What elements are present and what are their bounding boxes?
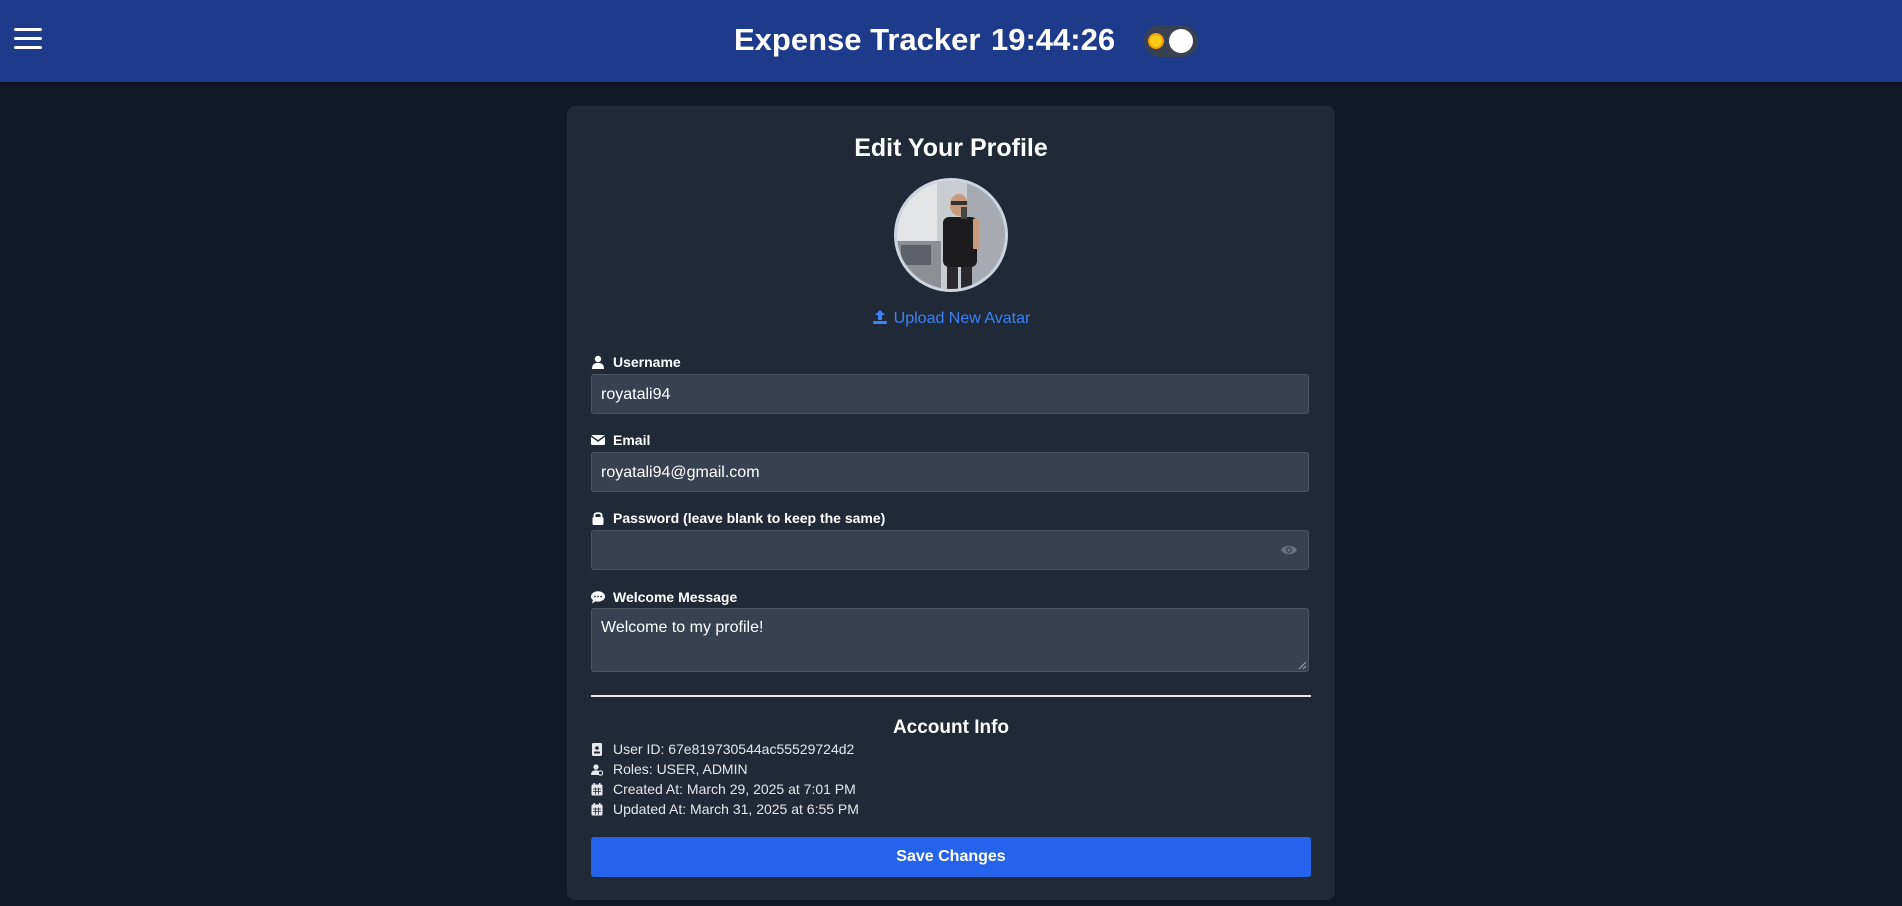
page-title: Edit Your Profile [854, 134, 1048, 162]
roles-row: Roles: USER, ADMIN [591, 761, 748, 777]
avatar [894, 178, 1008, 292]
lock-icon [592, 512, 604, 525]
calendar-icon [591, 782, 603, 795]
upload-icon [872, 310, 887, 324]
hamburger-menu-icon[interactable] [14, 28, 42, 52]
created-at-text: Created At: March 29, 2025 at 7:01 PM [613, 781, 856, 797]
avatar-photo [897, 181, 1005, 289]
comment-icon [591, 591, 605, 604]
created-at-row: Created At: March 29, 2025 at 7:01 PM [591, 781, 856, 797]
username-label-text: Username [613, 354, 681, 370]
theme-toggle[interactable] [1144, 25, 1198, 57]
welcome-message-label: Welcome Message [591, 589, 737, 605]
roles-text: Roles: USER, ADMIN [613, 761, 748, 777]
calendar-icon [591, 802, 603, 815]
email-input[interactable]: royatali94@gmail.com [591, 452, 1309, 492]
email-label: Email [591, 432, 650, 448]
user-icon [592, 355, 604, 369]
user-id-text: User ID: 67e819730544ac55529724d2 [613, 741, 855, 757]
welcome-message-label-text: Welcome Message [613, 589, 738, 605]
sun-icon [1150, 35, 1162, 47]
eye-icon[interactable] [1280, 542, 1298, 558]
password-label: Password (leave blank to keep the same) [591, 510, 885, 526]
app-title: Expense Tracker [734, 22, 981, 57]
user-id-row: User ID: 67e819730544ac55529724d2 [591, 741, 854, 757]
welcome-message-textarea[interactable]: Welcome to my profile! [591, 608, 1309, 672]
email-label-text: Email [613, 432, 651, 448]
resize-handle-icon[interactable] [1298, 661, 1307, 670]
username-label: Username [591, 354, 681, 370]
section-divider [591, 695, 1311, 697]
upload-avatar-label: Upload New Avatar [893, 310, 1031, 327]
save-changes-button[interactable]: Save Changes [591, 837, 1311, 877]
password-label-text: Password (leave blank to keep the same) [613, 510, 886, 526]
clock: 19:44:26 [991, 22, 1116, 57]
user-gear-icon [591, 763, 603, 776]
updated-at-text: Updated At: March 31, 2025 at 6:55 PM [613, 801, 859, 817]
updated-at-row: Updated At: March 31, 2025 at 6:55 PM [591, 801, 859, 817]
top-navigation-bar: Expense Tracker 19:44:26 [0, 0, 1902, 82]
account-info-title: Account Info [892, 717, 1010, 738]
username-input[interactable]: royatali94 [591, 374, 1309, 414]
id-card-icon [592, 742, 602, 756]
edit-profile-card: Edit Your Profile Upload New Avatar User… [567, 106, 1335, 900]
password-input[interactable] [591, 530, 1309, 570]
envelope-icon [591, 435, 605, 445]
toggle-knob [1169, 29, 1193, 53]
upload-avatar-link[interactable]: Upload New Avatar [567, 309, 1335, 328]
